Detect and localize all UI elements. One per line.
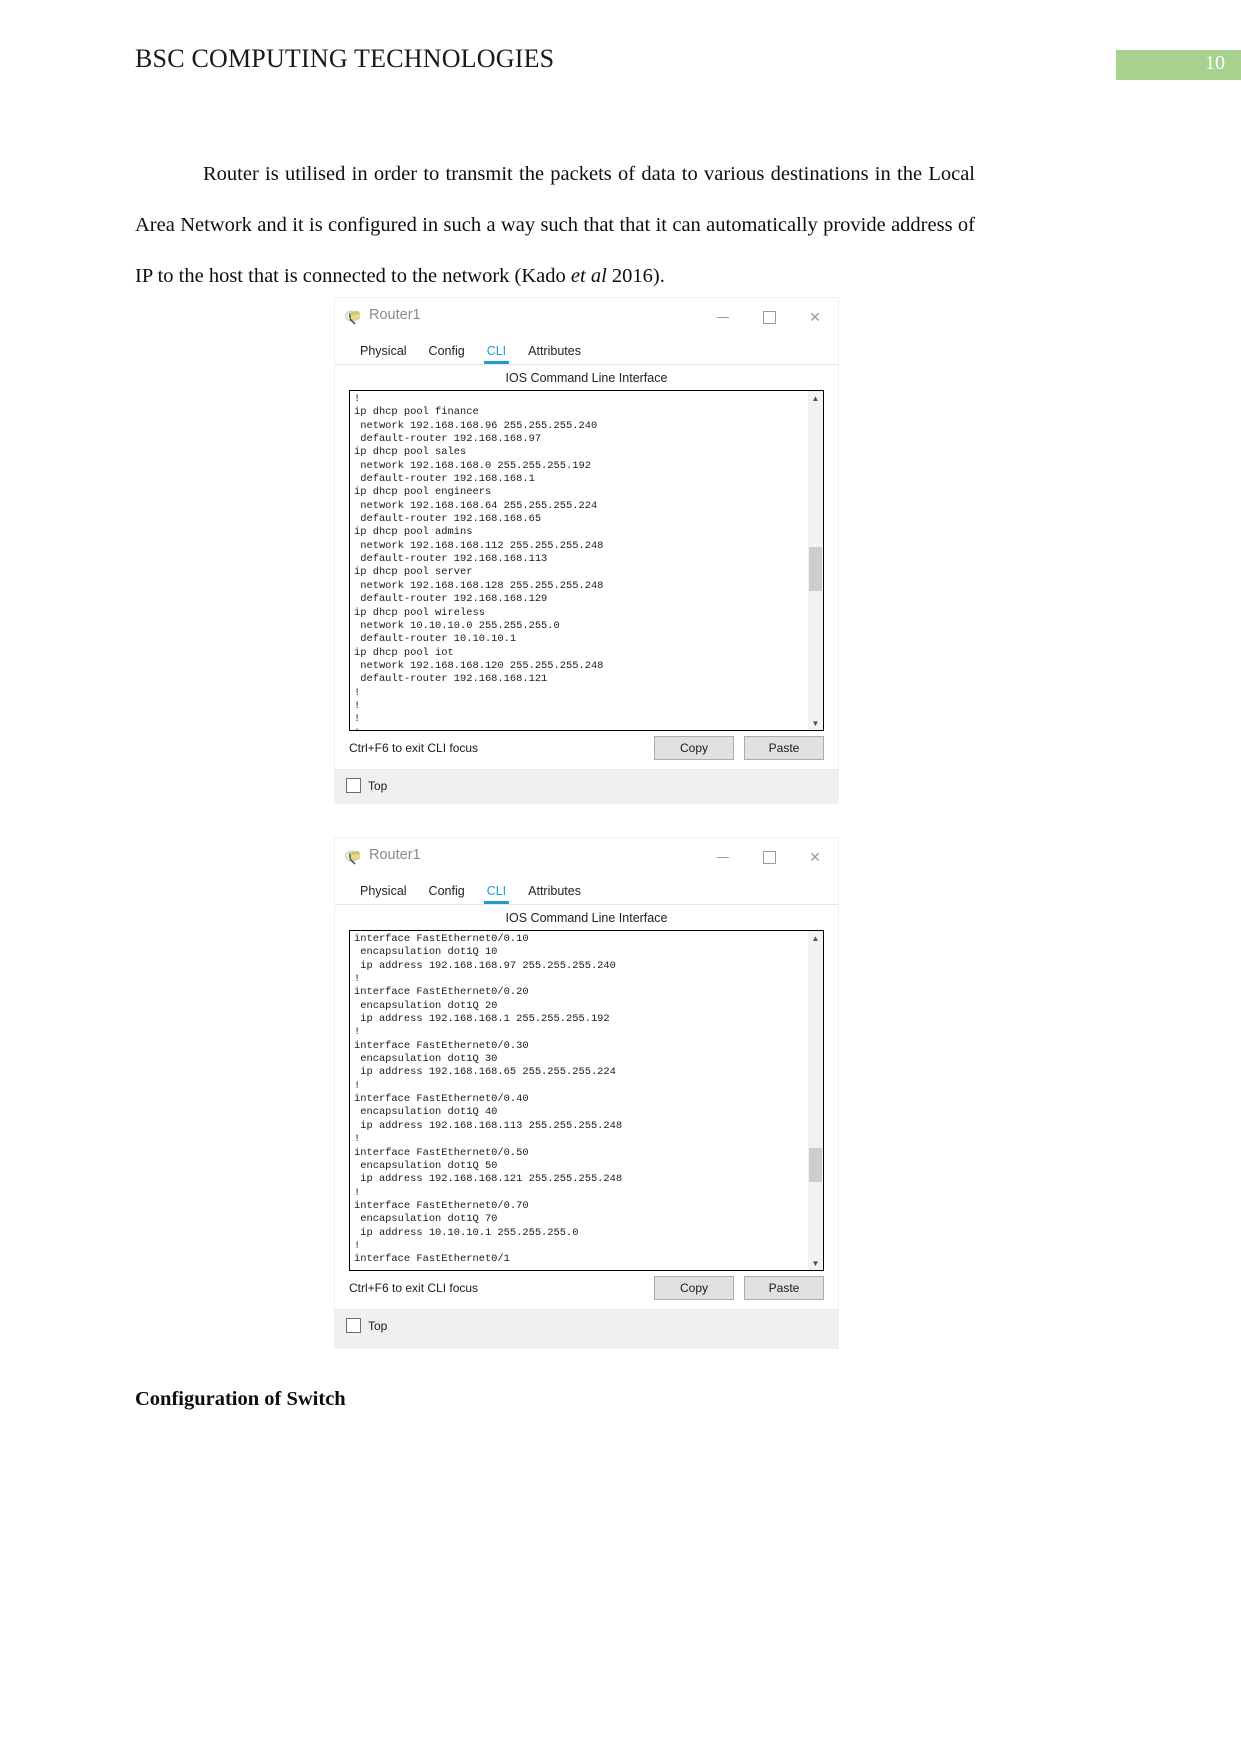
top-checkbox-row-1[interactable]: Top: [346, 778, 387, 793]
window-titlebar-1[interactable]: Router1 ✕: [335, 298, 838, 336]
paragraph-part-2: 2016).: [606, 264, 665, 287]
page-number-badge: 10: [1116, 50, 1241, 80]
cli-footer-1: Ctrl+F6 to exit CLI focus Copy Paste: [335, 731, 838, 769]
cli-scrollbar-1[interactable]: ▲ ▼: [807, 391, 823, 730]
tab-cli-1[interactable]: CLI: [476, 344, 517, 364]
page-header: BSC COMPUTING TECHNOLOGIES 10: [0, 44, 1241, 88]
paste-button-1[interactable]: Paste: [744, 736, 824, 760]
window-controls-1: ✕: [700, 298, 838, 336]
tab-attributes-2[interactable]: Attributes: [517, 884, 592, 904]
top-checkbox-row-2[interactable]: Top: [346, 1318, 387, 1333]
tab-attributes-1[interactable]: Attributes: [517, 344, 592, 364]
window-body-1: Physical Config CLI Attributes IOS Comma…: [335, 336, 838, 769]
tab-bar-2: Physical Config CLI Attributes: [335, 876, 838, 905]
top-checkbox-2[interactable]: [346, 1318, 361, 1333]
copy-button-2[interactable]: Copy: [654, 1276, 734, 1300]
cli-footer-2: Ctrl+F6 to exit CLI focus Copy Paste: [335, 1271, 838, 1309]
scroll-up-icon-2[interactable]: ▲: [808, 931, 823, 945]
cli-console-2[interactable]: interface FastEthernet0/0.10 encapsulati…: [349, 930, 824, 1271]
packet-tracer-router-icon: [345, 308, 363, 326]
cli-caption-1: IOS Command Line Interface: [335, 365, 838, 390]
tab-physical-1[interactable]: Physical: [349, 344, 418, 364]
packet-tracer-window-1[interactable]: Router1 ✕ Physical Config CLI Attributes…: [335, 298, 838, 803]
tab-bar-1: Physical Config CLI Attributes: [335, 336, 838, 365]
paragraph-part-1: Router is utilised in order to transmit …: [135, 162, 975, 287]
cli-console-1[interactable]: ! ip dhcp pool finance network 192.168.1…: [349, 390, 824, 731]
scroll-thumb-2[interactable]: [809, 1147, 822, 1182]
tab-config-2[interactable]: Config: [418, 884, 476, 904]
cli-output-2: interface FastEthernet0/0.10 encapsulati…: [354, 933, 623, 1266]
close-icon-2[interactable]: ✕: [792, 838, 838, 876]
section-heading: Configuration of Switch: [135, 1388, 346, 1410]
cli-scrollbar-2[interactable]: ▲ ▼: [807, 931, 823, 1270]
window-title-2: Router1: [369, 847, 421, 863]
document-title: BSC COMPUTING TECHNOLOGIES: [135, 44, 555, 73]
maximize-button-2[interactable]: [746, 838, 792, 876]
cli-hint-1: Ctrl+F6 to exit CLI focus: [349, 741, 479, 755]
window-body-2: Physical Config CLI Attributes IOS Comma…: [335, 876, 838, 1309]
tab-config-1[interactable]: Config: [418, 344, 476, 364]
window-bottombar-1: Top: [335, 769, 838, 802]
cli-hint-2: Ctrl+F6 to exit CLI focus: [349, 1281, 479, 1295]
cli-caption-2: IOS Command Line Interface: [335, 905, 838, 930]
packet-tracer-window-2[interactable]: Router1 ✕ Physical Config CLI Attributes…: [335, 838, 838, 1348]
copy-button-1[interactable]: Copy: [654, 736, 734, 760]
maximize-button-1[interactable]: [746, 298, 792, 336]
scroll-down-icon-2[interactable]: ▼: [808, 1256, 823, 1270]
minimize-button-1[interactable]: [700, 298, 746, 336]
window-titlebar-2[interactable]: Router1 ✕: [335, 838, 838, 876]
window-title-1: Router1: [369, 307, 421, 323]
window-bottombar-2: Top: [335, 1309, 838, 1342]
window-controls-2: ✕: [700, 838, 838, 876]
page-number: 10: [1205, 52, 1225, 74]
close-icon-1[interactable]: ✕: [792, 298, 838, 336]
top-checkbox-1[interactable]: [346, 778, 361, 793]
top-checkbox-label-2: Top: [368, 1318, 388, 1333]
scroll-thumb-1[interactable]: [809, 546, 822, 591]
body-paragraph: Router is utilised in order to transmit …: [135, 149, 975, 302]
minimize-button-2[interactable]: [700, 838, 746, 876]
packet-tracer-router-icon: [345, 848, 363, 866]
paste-button-2[interactable]: Paste: [744, 1276, 824, 1300]
cli-output-1: ! ip dhcp pool finance network 192.168.1…: [354, 393, 604, 730]
tab-physical-2[interactable]: Physical: [349, 884, 418, 904]
scroll-down-icon-1[interactable]: ▼: [808, 716, 823, 730]
scroll-up-icon-1[interactable]: ▲: [808, 391, 823, 405]
tab-cli-2[interactable]: CLI: [476, 884, 517, 904]
top-checkbox-label-1: Top: [368, 778, 388, 793]
paragraph-italic-citation: et al: [570, 264, 607, 287]
